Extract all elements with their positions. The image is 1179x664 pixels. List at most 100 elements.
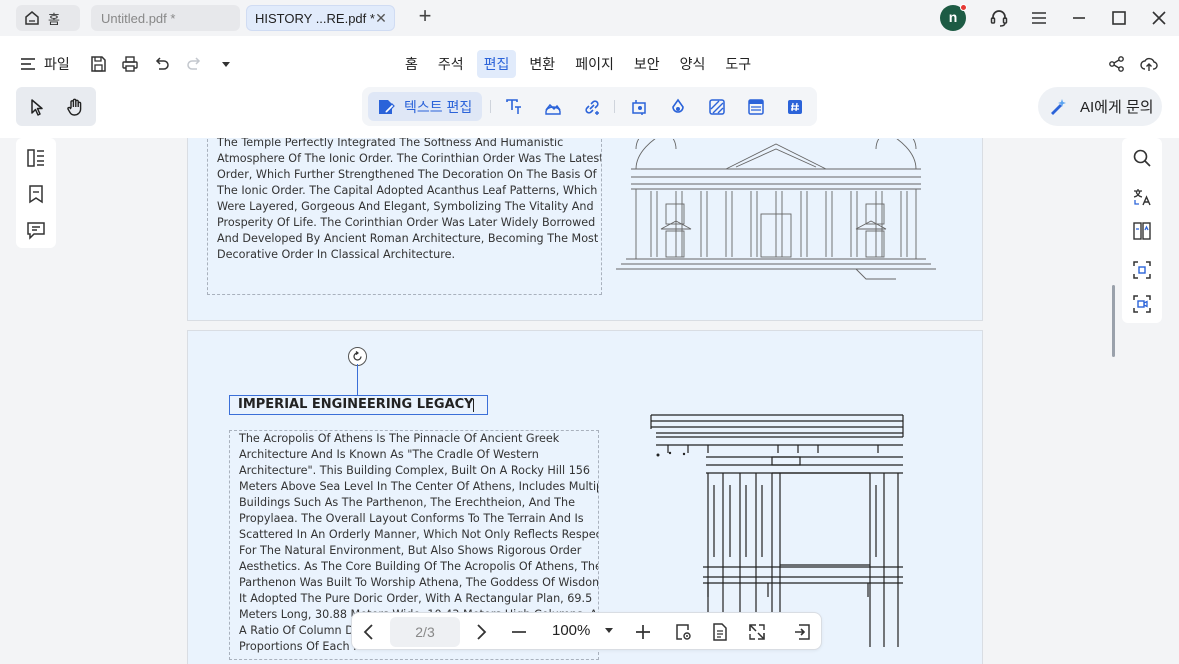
left-sidebar	[16, 138, 56, 248]
hamburger-icon	[21, 58, 35, 70]
translate-icon[interactable]	[1132, 187, 1152, 207]
main-menu: 홈 주석 편집 변환 페이지 보안 양식 도구	[398, 50, 764, 78]
selection-tools	[16, 87, 96, 126]
zoom-dropdown-icon[interactable]	[605, 628, 613, 633]
text-line: Aesthetics. As The Core Building Of The …	[239, 560, 599, 573]
menu-security[interactable]: 보안	[627, 50, 667, 78]
bookmark-icon[interactable]	[26, 184, 46, 204]
text-line: Meters Above Sea Level In The Center Of …	[239, 480, 599, 493]
file-menu-label: 파일	[44, 56, 70, 72]
share-icon[interactable]	[1108, 55, 1126, 73]
menu-bar: 파일 홈 주석 편집 변환 페이지 보안 양식 도구	[0, 36, 1179, 90]
header-footer-icon[interactable]	[747, 98, 765, 116]
print-icon[interactable]	[121, 55, 139, 73]
notification-dot	[960, 4, 967, 11]
zoom-out-icon[interactable]	[509, 622, 529, 642]
close-window-icon[interactable]	[1149, 8, 1169, 28]
fit-page-icon[interactable]	[747, 622, 767, 642]
menu-form[interactable]: 양식	[673, 50, 713, 78]
zoom-in-icon[interactable]	[633, 622, 653, 642]
add-link-icon[interactable]	[583, 98, 601, 116]
search-icon[interactable]	[1132, 148, 1152, 168]
document-workspace: The Temple Perfectly Integrated The Soft…	[0, 138, 1179, 664]
thumbnails-icon[interactable]	[26, 148, 46, 168]
section-title: IMPERIAL ENGINEERING LEGACY	[238, 397, 474, 412]
pdf-page-1: The Temple Perfectly Integrated The Soft…	[187, 138, 983, 321]
avatar-initial: n	[948, 9, 958, 25]
new-tab-icon[interactable]: +	[414, 5, 436, 28]
zoom-level[interactable]: 100%	[552, 622, 590, 639]
bates-number-icon[interactable]	[786, 98, 804, 116]
text-line: Were Layered, Gorgeous And Elegant, Symb…	[217, 200, 594, 213]
menu-convert[interactable]: 변환	[522, 50, 562, 78]
cloud-upload-icon[interactable]	[1140, 55, 1158, 73]
file-menu-button[interactable]: 파일	[20, 54, 70, 74]
tool-row: 텍스트 편집 AI에게 문의	[0, 86, 1179, 138]
text-line: Order, Which Further Strengthened The De…	[217, 168, 597, 181]
tab-untitled[interactable]: Untitled.pdf *	[91, 5, 240, 31]
more-dropdown-icon[interactable]	[217, 55, 235, 73]
edit-text-button[interactable]: 텍스트 편집	[368, 92, 482, 121]
select-cursor-icon[interactable]	[27, 97, 47, 117]
hand-tool-icon[interactable]	[65, 97, 85, 117]
menu-page[interactable]: 페이지	[568, 50, 621, 78]
title-bar: 홈 Untitled.pdf * HISTORY ...RE.pdf * ✕ +…	[0, 0, 1179, 36]
toolbar-divider	[614, 100, 615, 113]
background-icon[interactable]	[708, 98, 726, 116]
add-text-icon[interactable]	[505, 98, 523, 116]
text-line: For The Natural Environment, But Also Sh…	[239, 544, 582, 557]
ai-assistant-label: AI에게 문의	[1080, 99, 1154, 116]
right-sidebar	[1122, 138, 1162, 323]
watermark-icon[interactable]	[669, 98, 687, 116]
section-title-textbox[interactable]: IMPERIAL ENGINEERING LEGACY	[229, 395, 488, 415]
minimize-icon[interactable]	[1069, 8, 1089, 28]
text-line: Architecture". This Building Complex, Bu…	[239, 464, 591, 477]
close-tab-icon[interactable]: ✕	[374, 10, 388, 26]
page-indicator: 2/3	[415, 624, 435, 640]
prev-page-icon[interactable]	[359, 622, 379, 642]
next-page-icon[interactable]	[471, 622, 491, 642]
page-layout-icon[interactable]	[710, 622, 730, 642]
text-line: Architecture And Is Known As "The Cradle…	[239, 448, 539, 461]
exit-view-icon[interactable]	[792, 622, 812, 642]
ai-sparkle-icon	[1051, 98, 1066, 115]
text-line: Propylaea. The Overall Layout Conforms T…	[239, 512, 584, 525]
menu-annotate[interactable]: 주석	[431, 50, 471, 78]
compare-translate-icon[interactable]	[1132, 221, 1152, 241]
tab-history[interactable]: HISTORY ...RE.pdf * ✕	[246, 5, 395, 31]
menu-tools[interactable]: 도구	[718, 50, 758, 78]
vertical-scrollbar[interactable]	[1112, 285, 1115, 357]
ocr-scan-icon[interactable]	[1132, 260, 1152, 280]
edit-toolbar: 텍스트 편집	[362, 87, 817, 126]
menu-icon[interactable]	[1029, 8, 1049, 28]
maximize-icon[interactable]	[1109, 8, 1129, 28]
headset-icon[interactable]	[989, 8, 1009, 28]
undo-icon[interactable]	[153, 55, 171, 73]
read-mode-icon[interactable]	[673, 622, 693, 642]
ai-assistant-button[interactable]: AI에게 문의	[1038, 87, 1162, 126]
text-line: The Ionic Order. The Capital Adopted Aca…	[217, 184, 598, 197]
text-line: It Adopted The Pure Doric Order, With A …	[239, 592, 593, 605]
page1-text-block[interactable]: The Temple Perfectly Integrated The Soft…	[207, 138, 602, 295]
toolbar-divider	[490, 100, 491, 113]
menu-home[interactable]: 홈	[398, 50, 425, 78]
page-number-input[interactable]: 2/3	[390, 617, 460, 647]
text-line: Atmosphere Of The Ionic Order. The Corin…	[217, 152, 602, 165]
temple-illustration[interactable]	[616, 139, 936, 299]
text-line: Prosperity Of Life. The Corinthian Order…	[217, 216, 596, 229]
save-icon[interactable]	[89, 55, 107, 73]
tab-home[interactable]: 홈	[16, 5, 80, 31]
text-line: Decorative Order In Classical Architectu…	[217, 248, 456, 261]
redo-icon[interactable]	[185, 55, 203, 73]
text-line: The Acropolis Of Athens Is The Pinnacle …	[239, 432, 560, 445]
crop-page-icon[interactable]	[630, 98, 648, 116]
tab-home-label: 홈	[48, 11, 60, 27]
avatar[interactable]: n	[940, 4, 967, 31]
add-image-icon[interactable]	[544, 98, 562, 116]
tab-untitled-label: Untitled.pdf *	[101, 10, 176, 26]
edit-text-label: 텍스트 편집	[404, 98, 473, 115]
screen-record-icon[interactable]	[1132, 294, 1152, 314]
menu-edit[interactable]: 편집	[476, 50, 517, 78]
comments-icon[interactable]	[26, 220, 46, 240]
text-line: And Developed By Ancient Roman Architect…	[217, 232, 599, 245]
